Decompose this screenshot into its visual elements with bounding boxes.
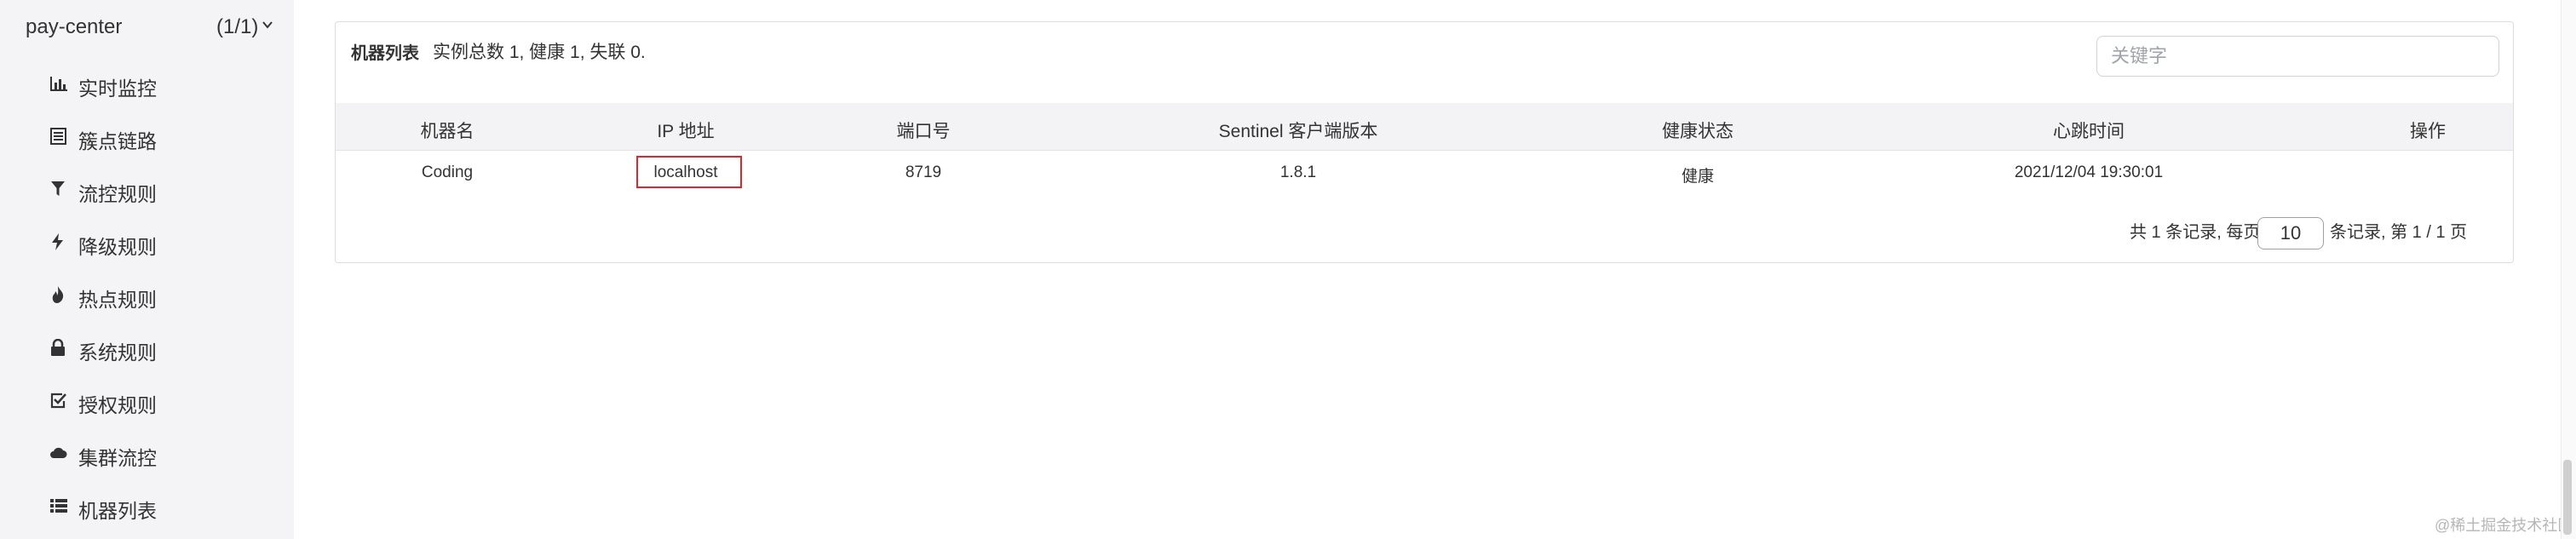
check-square-icon <box>50 393 66 409</box>
sidebar-item-label: 降级规则 <box>78 236 157 258</box>
sidebar-item-label: 簇点链路 <box>78 130 157 152</box>
sidebar-item-label: 授权规则 <box>78 394 157 416</box>
column-header-heartbeat: 心跳时间 <box>2053 122 2125 141</box>
column-header-machine-name: 机器名 <box>420 122 474 141</box>
sidebar-item-machine-list[interactable]: 机器列表 <box>0 479 294 531</box>
instance-summary: 实例总数 1, 健康 1, 失联 0. <box>433 43 646 62</box>
search-input[interactable] <box>2096 36 2499 77</box>
sidebar-item-label: 实时监控 <box>78 77 157 100</box>
page-size-input[interactable] <box>2257 217 2324 249</box>
sidebar-item-label: 集群流控 <box>78 447 157 469</box>
cell-machine-name: Coding <box>421 163 474 181</box>
cloud-icon <box>50 447 67 458</box>
sidebar-item-label: 机器列表 <box>78 500 157 522</box>
sidebar-item-label: 流控规则 <box>78 183 157 205</box>
column-header-port: 端口号 <box>896 122 951 141</box>
panel-title: 机器列表 <box>351 44 419 63</box>
sidebar-item-system-rules[interactable]: 系统规则 <box>0 320 294 373</box>
flash-icon <box>52 233 63 250</box>
cell-heartbeat: 2021/12/04 19:30:01 <box>2014 163 2164 181</box>
sidebar-item-hotspot-rules[interactable]: 热点规则 <box>0 267 294 320</box>
sidebar-item-cluster-link[interactable]: 簇点链路 <box>0 109 294 162</box>
lock-icon <box>51 339 65 356</box>
column-header-health: 健康状态 <box>1662 122 1734 141</box>
filter-icon <box>51 181 65 196</box>
cell-port: 8719 <box>905 163 942 181</box>
ip-highlight-annotation <box>636 156 742 188</box>
fire-icon <box>52 286 64 303</box>
list-icon <box>50 499 67 513</box>
table-header: 机器名 IP 地址 端口号 Sentinel 客户端版本 健康状态 心跳时间 操… <box>336 103 2513 151</box>
app-selector[interactable]: pay-center (1/1) <box>0 0 294 56</box>
vertical-scrollbar[interactable] <box>2561 0 2576 539</box>
watermark: @稀土掘金技术社区 <box>2435 517 2573 534</box>
column-header-version: Sentinel 客户端版本 <box>1218 122 1378 141</box>
sidebar-item-flow-rules[interactable]: 流控规则 <box>0 162 294 215</box>
cell-health: 健康 <box>1681 168 1715 186</box>
app-name: pay-center <box>26 15 123 38</box>
column-header-ip: IP 地址 <box>657 122 715 141</box>
scrollbar-thumb[interactable] <box>2563 460 2572 535</box>
pagination-suffix: 条记录, 第 1 / 1 页 <box>2330 223 2468 242</box>
sidebar-item-label: 热点规则 <box>78 289 157 311</box>
cell-version: 1.8.1 <box>1279 163 1317 181</box>
machine-list-panel: 机器列表 实例总数 1, 健康 1, 失联 0. 机器名 IP 地址 端口号 S… <box>335 21 2514 263</box>
sidebar-item-label: 系统规则 <box>78 341 157 364</box>
pagination-prefix: 共 1 条记录, 每页 <box>2130 223 2261 242</box>
sidebar-item-auth-rules[interactable]: 授权规则 <box>0 373 294 426</box>
app-instance-count: (1/1) <box>216 15 259 38</box>
sidebar-item-realtime-monitor[interactable]: 实时监控 <box>0 56 294 109</box>
sidebar-item-degrade-rules[interactable]: 降级规则 <box>0 215 294 267</box>
column-header-action: 操作 <box>2410 122 2446 141</box>
sidebar: pay-center (1/1) 实时监控 簇点链路 流控规则 降级规则 热点规… <box>0 0 294 539</box>
sidebar-item-cluster-flow[interactable]: 集群流控 <box>0 426 294 479</box>
chevron-down-icon[interactable] <box>262 19 273 31</box>
list-table-icon <box>50 128 66 145</box>
bar-chart-icon <box>50 77 67 91</box>
